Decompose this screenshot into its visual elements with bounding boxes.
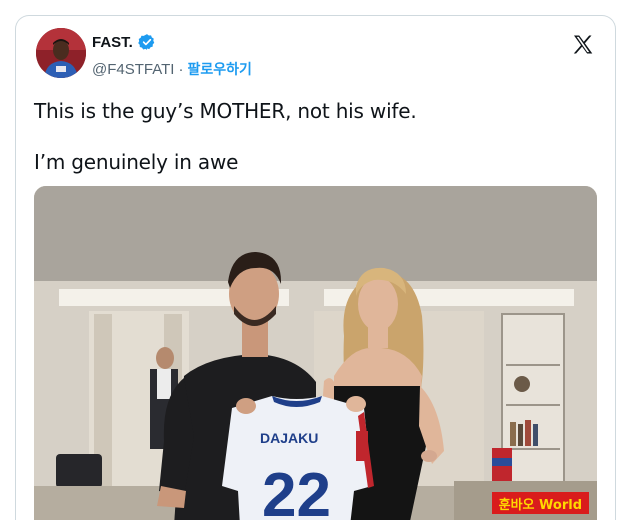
watermark-badge: 훈바오 World: [491, 492, 589, 514]
author-name-row: FAST.: [92, 33, 156, 51]
x-logo-icon[interactable]: [571, 33, 595, 57]
verified-badge-icon: [138, 33, 156, 51]
handle-separator: ·: [178, 60, 184, 78]
tweet-photo[interactable]: DAJAKU 22 훈바오 World: [34, 186, 597, 520]
author-handle-row: @F4STFATI · 팔로우하기: [92, 59, 252, 79]
avatar[interactable]: [36, 28, 86, 78]
jersey-number-text: 22: [262, 461, 331, 520]
follow-button[interactable]: 팔로우하기: [187, 59, 251, 79]
tweet-text-line-2: I’m genuinely in awe: [34, 150, 239, 174]
tweet-card: FAST. @F4STFATI · 팔로우하기 This is the guy’…: [15, 15, 616, 520]
tweet-text-line-1: This is the guy’s MOTHER, not his wife.: [34, 99, 417, 123]
author-display-name[interactable]: FAST.: [92, 34, 133, 51]
jersey-name-text: DAJAKU: [260, 430, 318, 446]
author-handle[interactable]: @F4STFATI: [92, 61, 174, 78]
